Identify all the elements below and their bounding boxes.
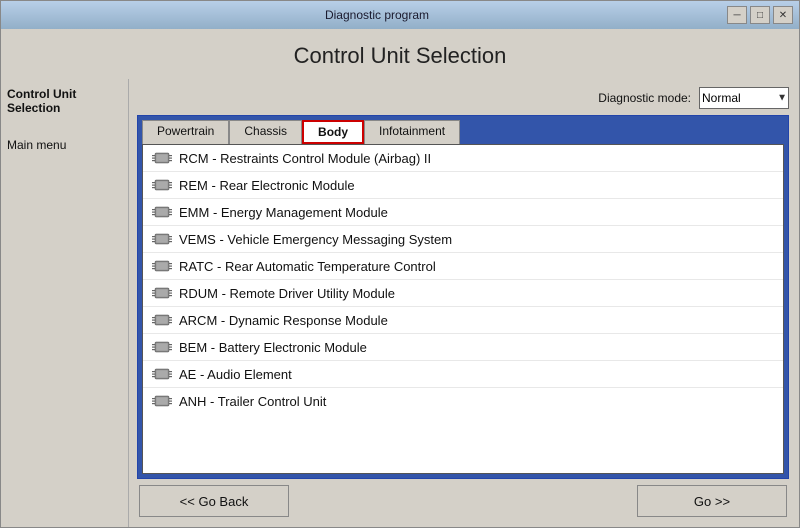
bottom-buttons-row: << Go Back Go >> <box>137 479 789 519</box>
list-item[interactable]: REM - Rear Electronic Module <box>143 172 783 199</box>
maximize-button[interactable]: □ <box>750 6 770 24</box>
module-name: REM - Rear Electronic Module <box>179 178 355 193</box>
module-icon <box>151 231 173 247</box>
title-bar: Diagnostic program ─ □ ✕ <box>1 1 799 29</box>
module-name: RATC - Rear Automatic Temperature Contro… <box>179 259 436 274</box>
module-icon <box>151 366 173 382</box>
list-item[interactable]: EMM - Energy Management Module <box>143 199 783 226</box>
sidebar-section-label: Control Unit Selection <box>7 87 122 115</box>
minimize-button[interactable]: ─ <box>727 6 747 24</box>
module-name: BEM - Battery Electronic Module <box>179 340 367 355</box>
module-icon <box>151 285 173 301</box>
module-icon <box>151 339 173 355</box>
blue-panel: Powertrain Chassis Body Infotainment RCM <box>137 115 789 479</box>
module-name: VEMS - Vehicle Emergency Messaging Syste… <box>179 232 452 247</box>
sidebar-main-menu-link[interactable]: Main menu <box>7 138 122 152</box>
module-name: RCM - Restraints Control Module (Airbag)… <box>179 151 431 166</box>
diagnostic-mode-select[interactable]: Normal Extended Programming <box>699 87 789 109</box>
module-name: RDUM - Remote Driver Utility Module <box>179 286 395 301</box>
content-panel: Diagnostic mode: Normal Extended Program… <box>129 79 799 527</box>
go-back-button[interactable]: << Go Back <box>139 485 289 517</box>
list-item[interactable]: ARCM - Dynamic Response Module <box>143 307 783 334</box>
diagnostic-mode-label: Diagnostic mode: <box>598 91 691 105</box>
page-header: Control Unit Selection <box>1 29 799 79</box>
list-item[interactable]: RCM - Restraints Control Module (Airbag)… <box>143 145 783 172</box>
tab-body[interactable]: Body <box>302 120 364 144</box>
module-list[interactable]: RCM - Restraints Control Module (Airbag)… <box>142 144 784 474</box>
main-window: Diagnostic program ─ □ ✕ Control Unit Se… <box>0 0 800 528</box>
module-name: ARCM - Dynamic Response Module <box>179 313 388 328</box>
tab-infotainment[interactable]: Infotainment <box>364 120 460 144</box>
module-icon <box>151 177 173 193</box>
list-item[interactable]: RDUM - Remote Driver Utility Module <box>143 280 783 307</box>
window-controls: ─ □ ✕ <box>727 6 793 24</box>
module-name: AE - Audio Element <box>179 367 292 382</box>
window-title: Diagnostic program <box>27 8 727 22</box>
list-item[interactable]: BEM - Battery Electronic Module <box>143 334 783 361</box>
main-area: Control Unit Selection Main menu Diagnos… <box>1 79 799 527</box>
diagnostic-mode-select-wrapper: Normal Extended Programming ▼ <box>699 87 789 109</box>
module-icon <box>151 393 173 409</box>
close-button[interactable]: ✕ <box>773 6 793 24</box>
list-item[interactable]: VEMS - Vehicle Emergency Messaging Syste… <box>143 226 783 253</box>
module-name: ANH - Trailer Control Unit <box>179 394 326 409</box>
module-icon <box>151 312 173 328</box>
list-item[interactable]: AE - Audio Element <box>143 361 783 388</box>
tab-powertrain[interactable]: Powertrain <box>142 120 229 144</box>
diagnostic-mode-row: Diagnostic mode: Normal Extended Program… <box>137 87 789 109</box>
module-icon <box>151 150 173 166</box>
sidebar: Control Unit Selection Main menu <box>1 79 129 527</box>
tab-chassis[interactable]: Chassis <box>229 120 302 144</box>
page-title: Control Unit Selection <box>1 43 799 69</box>
list-item[interactable]: ANH - Trailer Control Unit <box>143 388 783 414</box>
module-name: EMM - Energy Management Module <box>179 205 388 220</box>
list-item[interactable]: RATC - Rear Automatic Temperature Contro… <box>143 253 783 280</box>
go-button[interactable]: Go >> <box>637 485 787 517</box>
tabs-row: Powertrain Chassis Body Infotainment <box>142 120 784 144</box>
module-icon <box>151 258 173 274</box>
module-icon <box>151 204 173 220</box>
